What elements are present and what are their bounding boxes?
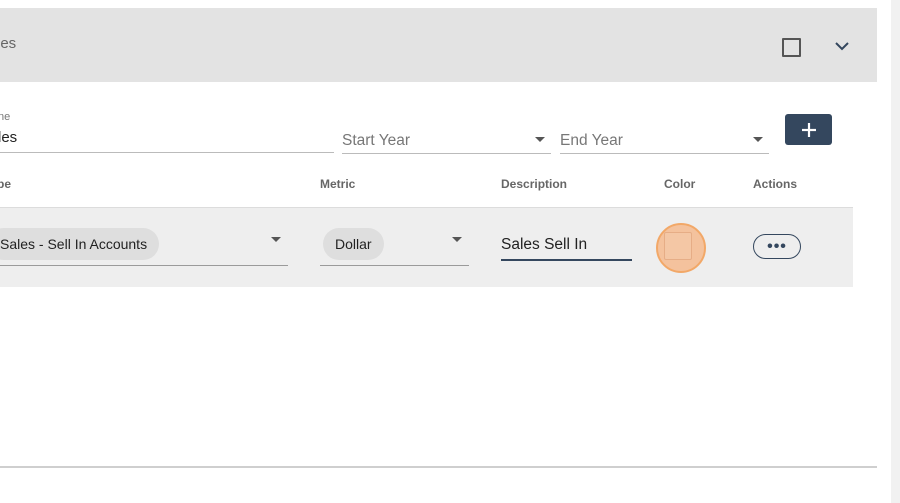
end-year-placeholder: End Year: [560, 132, 623, 149]
name-field-label: ne: [0, 111, 11, 123]
type-caret-down-icon[interactable]: [271, 237, 281, 242]
description-input-underline: [501, 259, 632, 261]
plus-icon: [801, 122, 816, 137]
name-field[interactable]: les: [0, 129, 17, 146]
metric-caret-down-icon[interactable]: [452, 237, 462, 242]
column-header-metric: Metric: [320, 177, 356, 191]
scrollbar[interactable]: [891, 0, 900, 503]
panel-header[interactable]: les: [0, 8, 877, 82]
metric-chip[interactable]: Dollar: [323, 228, 384, 260]
metric-select-underline: [320, 265, 469, 266]
add-button[interactable]: [785, 114, 832, 145]
chevron-down-icon[interactable]: [832, 36, 852, 56]
panel-title: les: [0, 35, 17, 52]
description-input[interactable]: Sales Sell In: [501, 236, 587, 254]
column-header-type: pe: [0, 177, 12, 191]
panel-checkbox[interactable]: [782, 38, 801, 57]
column-header-actions: Actions: [753, 177, 798, 191]
column-header-description: Description: [501, 177, 568, 191]
start-year-placeholder: Start Year: [342, 132, 411, 149]
column-header-color: Color: [664, 177, 696, 191]
caret-down-icon: [535, 137, 545, 142]
caret-down-icon: [753, 137, 763, 142]
more-actions-button[interactable]: •••: [753, 234, 801, 259]
color-swatch[interactable]: [664, 232, 692, 260]
end-year-select[interactable]: End Year: [560, 126, 769, 154]
more-horizontal-icon: •••: [767, 237, 787, 255]
name-field-underline: [0, 152, 334, 153]
type-chip[interactable]: Sales - Sell In Accounts: [0, 228, 160, 260]
type-select-underline: [0, 265, 288, 266]
start-year-select[interactable]: Start Year: [342, 126, 551, 154]
